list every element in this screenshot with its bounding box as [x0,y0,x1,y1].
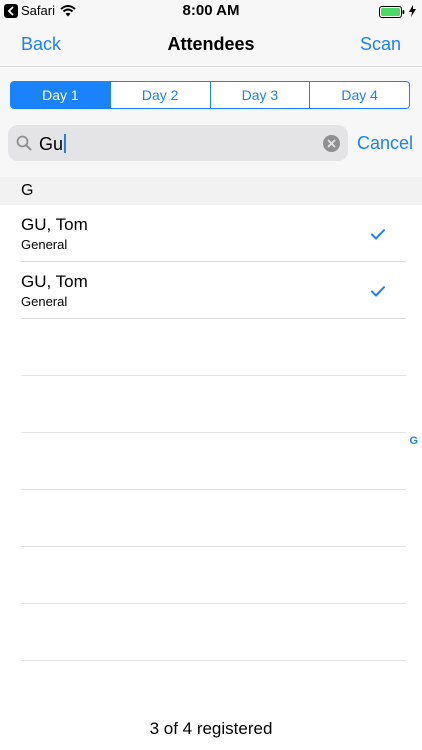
search-bar: Gu Cancel [0,122,422,177]
status-time: 8:00 AM [182,2,240,19]
day-selector-area: Day 1 Day 2 Day 3 Day 4 [0,66,422,123]
attendee-list: GU, Tom General GU, Tom General [0,205,422,319]
attendee-name: GU, Tom [21,272,88,291]
segment-day-4[interactable]: Day 4 [309,82,409,108]
list-item[interactable]: GU, Tom General [0,262,422,319]
search-value: Gu [39,134,64,154]
empty-row [0,547,422,604]
attendee-name: GU, Tom [21,215,88,234]
cancel-search-button[interactable]: Cancel [357,132,413,154]
day-segmented-control: Day 1 Day 2 Day 3 Day 4 [10,81,410,109]
attendee-type: General [21,294,68,309]
text-cursor [64,134,67,153]
page-title: Attendees [167,34,255,54]
scan-button[interactable]: Scan [360,33,401,55]
checkmark-icon [371,284,385,302]
segment-day-2[interactable]: Day 2 [109,82,210,108]
empty-row [0,490,422,547]
navigation-bar: Back Attendees Scan [0,22,422,66]
status-bar: Safari 8:00 AM [0,0,422,22]
empty-row [0,319,422,376]
search-input[interactable]: Gu [8,125,348,161]
checkmark-icon [371,227,385,245]
attendee-type: General [21,237,68,252]
segment-day-1[interactable]: Day 1 [11,82,110,108]
empty-row [0,604,422,661]
clear-search-icon[interactable] [323,135,340,157]
charging-icon [409,4,416,22]
empty-row [0,376,422,433]
empty-rows [0,319,422,661]
empty-row [0,433,422,490]
section-header-label: G [21,182,34,199]
search-input-text[interactable]: Gu [39,134,67,154]
section-header: G [0,177,422,205]
search-icon [16,135,32,156]
list-item[interactable]: GU, Tom General [0,205,422,262]
section-index-item[interactable]: G [409,435,418,447]
registration-summary: 3 of 4 registered [149,719,273,738]
segment-day-3[interactable]: Day 3 [209,82,310,108]
battery-icon [379,5,405,23]
